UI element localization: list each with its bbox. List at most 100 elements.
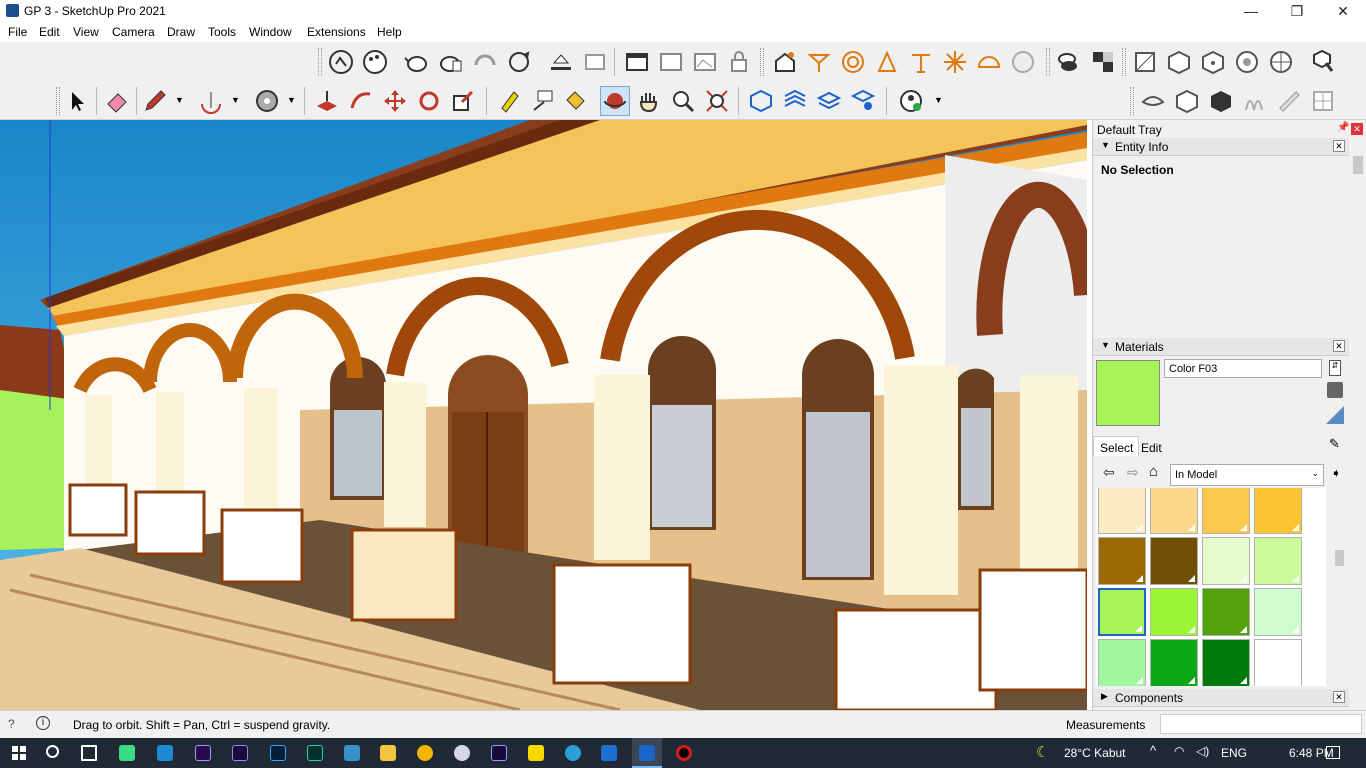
- teapot-hand-icon[interactable]: [436, 47, 466, 77]
- measurements-input[interactable]: [1160, 714, 1362, 734]
- entity-info-close-icon[interactable]: ✕: [1333, 140, 1345, 152]
- toolbar-grip[interactable]: [56, 87, 60, 115]
- orbit-view-icon[interactable]: [470, 47, 500, 77]
- swatch-scrollbar[interactable]: [1331, 488, 1347, 686]
- help-icon[interactable]: ?: [8, 717, 15, 731]
- window-b-icon[interactable]: [656, 47, 686, 77]
- photoshop-icon[interactable]: [270, 745, 286, 761]
- pencil-icon[interactable]: [140, 86, 170, 116]
- section-fill-icon[interactable]: [1206, 86, 1236, 116]
- extension-warehouse-icon[interactable]: [780, 86, 810, 116]
- material-swatch[interactable]: [1150, 488, 1198, 534]
- display-secondary-icon[interactable]: ⇵: [1329, 360, 1341, 376]
- tripod-icon[interactable]: [804, 47, 834, 77]
- paint-bucket-icon[interactable]: [560, 86, 590, 116]
- orbit-icon[interactable]: [600, 86, 630, 116]
- color-palette-icon[interactable]: [360, 47, 390, 77]
- home-icon[interactable]: ⌂: [1149, 463, 1158, 480]
- android-studio-icon[interactable]: [119, 745, 135, 761]
- toolbar-grip[interactable]: [1046, 48, 1050, 76]
- store-icon[interactable]: [601, 745, 617, 761]
- details-arrow-icon[interactable]: ➧: [1331, 466, 1341, 480]
- language-indicator[interactable]: ENG: [1221, 746, 1247, 760]
- paint-icon[interactable]: [454, 745, 470, 761]
- rotate-icon[interactable]: [414, 86, 444, 116]
- section-slice-icon[interactable]: [1274, 86, 1304, 116]
- dimension-icon[interactable]: [528, 86, 558, 116]
- material-swatch[interactable]: [1254, 537, 1302, 585]
- box-c-icon[interactable]: [1198, 47, 1228, 77]
- menu-edit[interactable]: Edit: [39, 25, 60, 39]
- material-swatch[interactable]: [1254, 588, 1302, 636]
- arc-dropdown-arrow[interactable]: ▼: [231, 96, 241, 105]
- eraser-icon[interactable]: [102, 86, 132, 116]
- menu-camera[interactable]: Camera: [112, 25, 155, 39]
- 3d-warehouse-icon[interactable]: [746, 86, 776, 116]
- wifi-icon[interactable]: ◠: [1174, 744, 1184, 758]
- after-effects-icon[interactable]: [491, 745, 507, 761]
- windows-start-icon[interactable]: [12, 746, 26, 760]
- move-icon[interactable]: [380, 86, 410, 116]
- section-cube-icon[interactable]: [1172, 86, 1202, 116]
- group-icon[interactable]: [1054, 47, 1084, 77]
- rotate-view-icon[interactable]: [504, 47, 534, 77]
- info-icon[interactable]: i: [36, 716, 50, 730]
- tray-close-icon[interactable]: ✕: [1351, 123, 1363, 135]
- box-b-icon[interactable]: [1164, 47, 1194, 77]
- task-view-icon[interactable]: [81, 745, 97, 761]
- profile-dropdown-arrow[interactable]: ▼: [934, 96, 944, 105]
- components-header[interactable]: ▶ Components ✕: [1093, 689, 1349, 707]
- menu-draw[interactable]: Draw: [167, 25, 195, 39]
- search-icon[interactable]: [46, 745, 59, 758]
- getting-started-icon[interactable]: [326, 47, 356, 77]
- toolbar-grip[interactable]: [318, 48, 322, 76]
- material-swatch[interactable]: [1150, 537, 1198, 585]
- notification-icon[interactable]: [1326, 746, 1340, 759]
- back-arrow-icon[interactable]: ⇦: [1103, 464, 1115, 481]
- dome-icon[interactable]: [974, 47, 1004, 77]
- material-swatch[interactable]: [1098, 537, 1146, 585]
- scale-icon[interactable]: [448, 86, 478, 116]
- section-grid-icon[interactable]: [1308, 86, 1338, 116]
- chevron-up-icon[interactable]: ^: [1150, 743, 1156, 758]
- tray-scrollbar-thumb[interactable]: [1353, 156, 1363, 174]
- extension-manager-icon[interactable]: [848, 86, 878, 116]
- materials-header[interactable]: ▼ Materials ✕: [1093, 338, 1349, 356]
- group-b-icon[interactable]: [1088, 47, 1118, 77]
- model-viewport[interactable]: [0, 120, 1087, 710]
- material-swatch[interactable]: [1202, 639, 1250, 686]
- pin-icon[interactable]: 📌: [1337, 122, 1349, 133]
- material-swatch[interactable]: [1098, 588, 1146, 636]
- zoom-extents-icon[interactable]: [702, 86, 732, 116]
- cone-icon[interactable]: [872, 47, 902, 77]
- premiere-icon[interactable]: [195, 745, 211, 761]
- material-swatch[interactable]: [1202, 537, 1250, 585]
- arc-icon[interactable]: [196, 86, 226, 116]
- style-icon[interactable]: [546, 47, 576, 77]
- pin-icon[interactable]: [906, 47, 936, 77]
- create-material-icon[interactable]: [1327, 382, 1343, 398]
- style-b-icon[interactable]: [580, 47, 610, 77]
- tape-measure-icon[interactable]: [494, 86, 524, 116]
- follow-me-icon[interactable]: [346, 86, 376, 116]
- toolbar-grip[interactable]: [1130, 87, 1134, 115]
- material-swatch[interactable]: [1150, 588, 1198, 636]
- sim-app-icon[interactable]: [344, 745, 360, 761]
- window-icon[interactable]: [622, 47, 652, 77]
- eyedropper-icon[interactable]: ✎: [1329, 436, 1345, 452]
- file-explorer-icon[interactable]: [380, 745, 396, 761]
- pan-hand-icon[interactable]: [634, 86, 664, 116]
- sphere-icon[interactable]: [1232, 47, 1262, 77]
- minimize-button[interactable]: —: [1228, 0, 1274, 22]
- box-icon[interactable]: [1130, 47, 1160, 77]
- profile-icon[interactable]: [896, 86, 926, 116]
- tab-edit[interactable]: Edit: [1141, 438, 1181, 456]
- maximize-button[interactable]: ❐: [1274, 0, 1320, 22]
- cube-icon[interactable]: [1008, 47, 1038, 77]
- entity-info-header[interactable]: ▼ Entity Info ✕: [1093, 138, 1349, 156]
- teapot-icon[interactable]: [402, 47, 432, 77]
- volume-icon[interactable]: ◁): [1196, 744, 1209, 758]
- material-swatch[interactable]: [1254, 488, 1302, 534]
- material-swatch[interactable]: [1202, 588, 1250, 636]
- ball-icon[interactable]: [1266, 47, 1296, 77]
